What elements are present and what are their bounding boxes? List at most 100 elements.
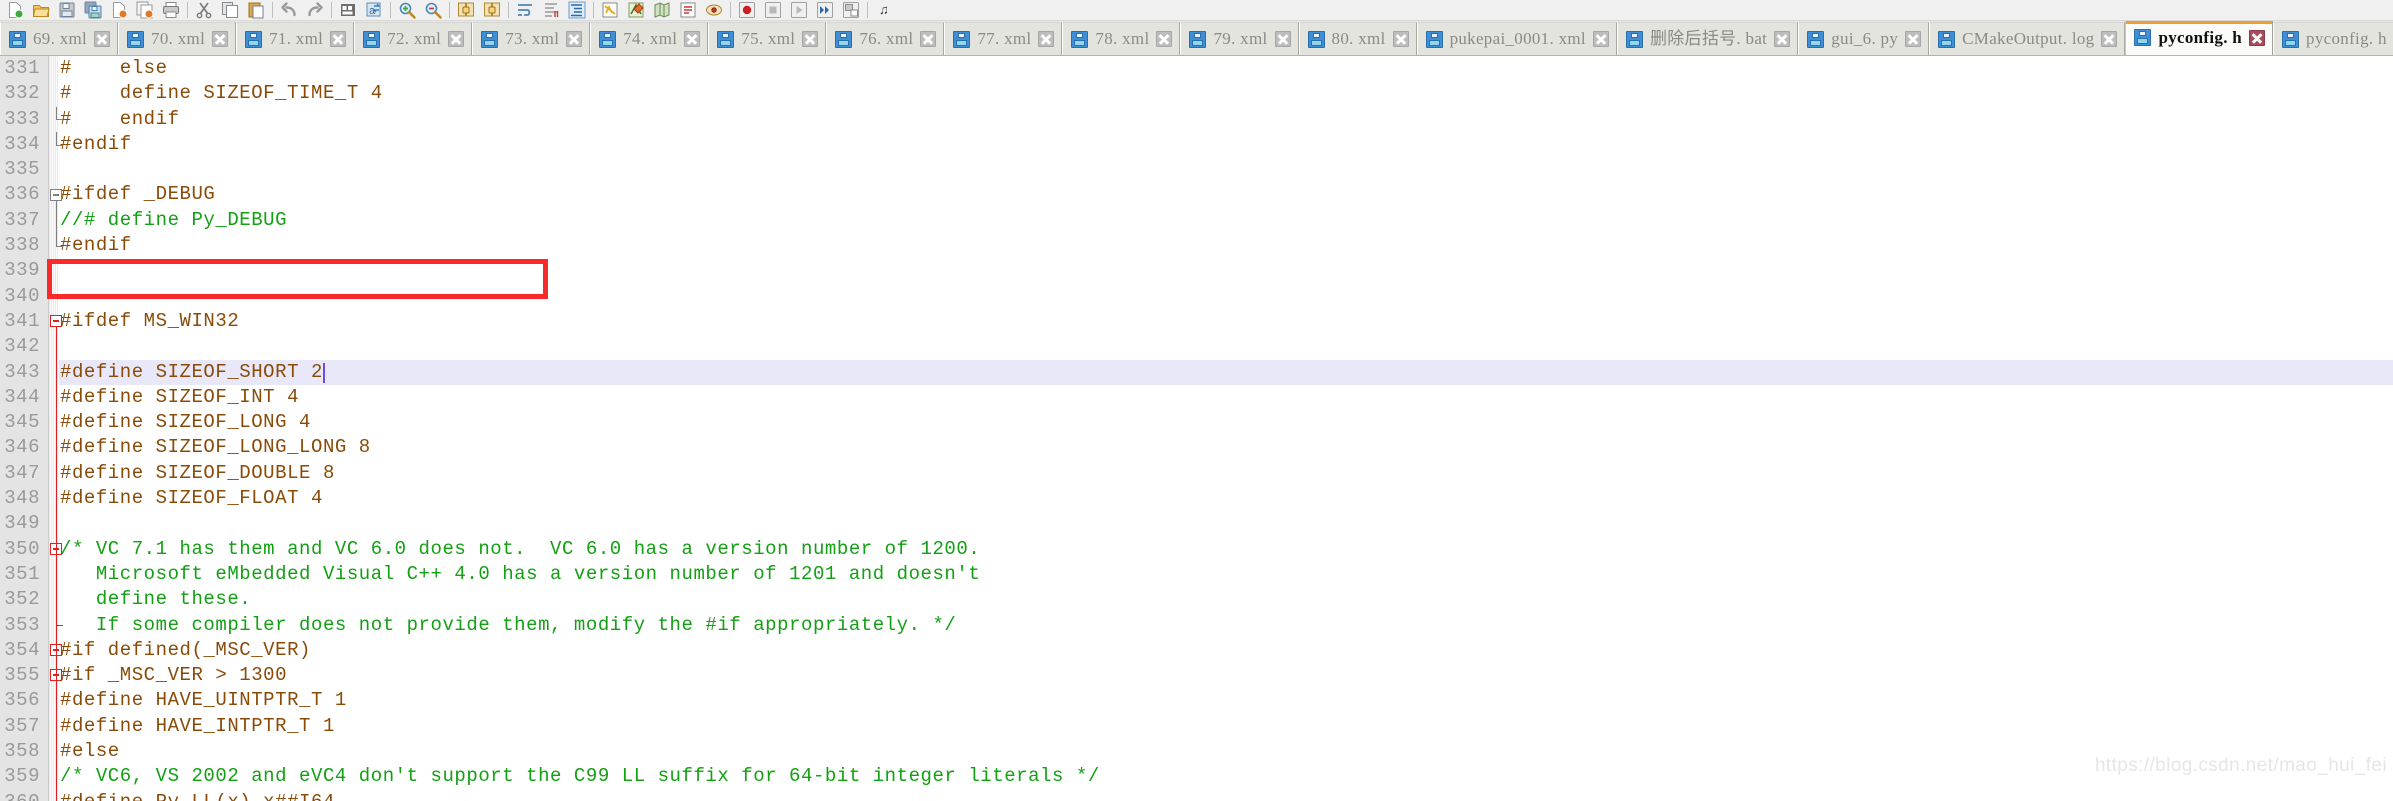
document-tab[interactable]: 80. xml xyxy=(1298,22,1417,55)
close-icon[interactable] xyxy=(1274,31,1291,47)
code-line-text[interactable]: #define HAVE_INTPTR_T 1 xyxy=(60,714,335,739)
close-icon[interactable] xyxy=(802,31,819,47)
zoom-in-icon[interactable] xyxy=(394,0,420,20)
close-icon[interactable] xyxy=(1392,31,1409,47)
close-icon[interactable] xyxy=(1905,31,1922,47)
close-all-files-icon[interactable] xyxy=(132,0,158,20)
paste-icon[interactable] xyxy=(243,0,269,20)
code-line[interactable]: 352 define these. xyxy=(0,587,2393,612)
code-line[interactable]: 360 #define Py_LL(x) x##I64 xyxy=(0,790,2393,801)
code-line-text[interactable]: #else xyxy=(60,739,120,764)
code-line-text[interactable]: #define SIZEOF_SHORT 2 xyxy=(60,359,323,385)
code-line-text[interactable]: #define HAVE_UINTPTR_T 1 xyxy=(60,688,347,713)
code-line[interactable]: 349 xyxy=(0,511,2393,536)
code-line[interactable]: 359 /* VC6, VS 2002 and eVC4 don't suppor… xyxy=(0,764,2393,789)
sync-vertical-scroll-icon[interactable] xyxy=(453,0,479,20)
folder-as-workspace-icon[interactable] xyxy=(701,0,727,20)
document-tab[interactable]: 74. xml xyxy=(590,22,709,55)
macro-playback-icon[interactable] xyxy=(786,0,812,20)
code-line[interactable]: 346 #define SIZEOF_LONG_LONG 8 xyxy=(0,435,2393,460)
document-tab[interactable]: 69. xml xyxy=(0,22,119,55)
document-tab[interactable]: 78. xml xyxy=(1062,22,1181,55)
code-line[interactable]: 344 #define SIZEOF_INT 4 xyxy=(0,385,2393,410)
fold-collapse-icon[interactable] xyxy=(50,188,62,201)
code-line[interactable]: 339 xyxy=(0,258,2393,283)
document-map-icon[interactable] xyxy=(649,0,675,20)
code-line-text[interactable]: /* VC 7.1 has them and VC 6.0 does not. … xyxy=(60,537,980,562)
close-icon[interactable] xyxy=(1156,31,1173,47)
close-file-icon[interactable] xyxy=(106,0,132,20)
code-line-text[interactable]: #define SIZEOF_INT 4 xyxy=(60,385,299,410)
document-tab[interactable]: gui_6. py xyxy=(1798,22,1930,55)
code-line[interactable]: 357 #define HAVE_INTPTR_T 1 xyxy=(0,714,2393,739)
code-line[interactable]: 347 #define SIZEOF_DOUBLE 8 xyxy=(0,461,2393,486)
code-line[interactable]: 338 #endif xyxy=(0,233,2393,258)
code-line-text[interactable]: #ifdef MS_WIN32 xyxy=(60,309,239,334)
fold-collapse-icon[interactable] xyxy=(50,315,62,327)
code-line-text[interactable]: #define Py_LL(x) x##I64 xyxy=(60,790,335,801)
code-line[interactable]: 356 #define HAVE_UINTPTR_T 1 xyxy=(0,688,2393,713)
code-line[interactable]: 335 xyxy=(0,157,2393,182)
close-icon[interactable] xyxy=(2101,31,2118,47)
code-line[interactable]: 336 #ifdef _DEBUG xyxy=(0,182,2393,207)
code-line-text[interactable]: //# define Py_DEBUG xyxy=(60,208,287,233)
code-line[interactable]: 341 #ifdef MS_WIN32 xyxy=(0,309,2393,334)
close-icon[interactable] xyxy=(330,31,347,47)
document-tab[interactable]: 76. xml xyxy=(826,22,945,55)
close-icon[interactable] xyxy=(1592,31,1609,47)
document-tab[interactable]: 75. xml xyxy=(708,22,827,55)
undo-icon[interactable] xyxy=(276,0,302,20)
document-tab[interactable]: 77. xml xyxy=(944,22,1063,55)
document-tab[interactable]: 71. xml xyxy=(236,22,355,55)
document-tab[interactable]: 删除后括号. bat xyxy=(1616,22,1799,55)
close-icon[interactable] xyxy=(448,31,465,47)
close-icon[interactable] xyxy=(94,31,111,47)
code-lines[interactable]: 331 # else 332 # define SIZEOF_TIME_T 4 333 #… xyxy=(0,56,2393,801)
code-editor-area[interactable]: 331 # else 332 # define SIZEOF_TIME_T 4 333 #… xyxy=(0,56,2393,801)
new-file-icon[interactable] xyxy=(2,0,28,20)
code-line[interactable]: 358 #else xyxy=(0,739,2393,764)
code-line[interactable]: 334 #endif xyxy=(0,132,2393,157)
code-line-text[interactable]: #endif xyxy=(60,233,132,258)
code-line-text[interactable]: #ifdef _DEBUG xyxy=(60,182,215,207)
zoom-out-icon[interactable] xyxy=(420,0,446,20)
code-line[interactable]: 348 #define SIZEOF_FLOAT 4 xyxy=(0,486,2393,511)
document-tab[interactable]: pyconfig. h xyxy=(2273,22,2393,55)
document-tab[interactable]: 73. xml xyxy=(472,22,591,55)
open-file-icon[interactable] xyxy=(28,0,54,20)
code-line-text[interactable]: # endif xyxy=(60,107,180,132)
sync-horizontal-scroll-icon[interactable] xyxy=(479,0,505,20)
macro-stop-icon[interactable] xyxy=(760,0,786,20)
code-line[interactable]: 331 # else xyxy=(0,56,2393,81)
function-list-icon[interactable] xyxy=(675,0,701,20)
document-tab[interactable]: 79. xml xyxy=(1180,22,1299,55)
close-icon[interactable] xyxy=(684,31,701,47)
redo-icon[interactable] xyxy=(302,0,328,20)
run-icon[interactable]: ♫ xyxy=(871,0,897,20)
save-icon[interactable] xyxy=(54,0,80,20)
code-line-text[interactable]: #if _MSC_VER > 1300 xyxy=(60,663,287,688)
document-tab[interactable]: 72. xml xyxy=(354,22,473,55)
close-icon[interactable] xyxy=(2249,29,2266,46)
close-icon[interactable] xyxy=(566,31,583,47)
indent-guide-icon[interactable] xyxy=(564,0,590,20)
close-icon[interactable] xyxy=(212,31,229,47)
document-tab-bar[interactable]: 69. xml 70. xml 71. xml 72. xml 73. xml 74. x… xyxy=(0,21,2393,56)
macro-run-multiple-icon[interactable] xyxy=(812,0,838,20)
code-line[interactable]: 353 If some compiler does not provide th… xyxy=(0,613,2393,638)
macro-record-icon[interactable] xyxy=(734,0,760,20)
document-tab[interactable]: 70. xml xyxy=(118,22,237,55)
show-symbol-icon[interactable] xyxy=(597,0,623,20)
code-line[interactable]: 343 #define SIZEOF_SHORT 2 xyxy=(0,359,2393,385)
code-line-text[interactable]: # define SIZEOF_TIME_T 4 xyxy=(60,81,383,106)
copy-icon[interactable] xyxy=(217,0,243,20)
code-line[interactable]: 355 #if _MSC_VER > 1300 xyxy=(0,663,2393,688)
show-all-characters-icon[interactable] xyxy=(538,0,564,20)
macro-save-icon[interactable] xyxy=(838,0,864,20)
close-icon[interactable] xyxy=(1038,31,1055,47)
close-icon[interactable] xyxy=(920,31,937,47)
code-line[interactable]: 351 Microsoft eMbedded Visual C++ 4.0 ha… xyxy=(0,562,2393,587)
code-line[interactable]: 350 /* VC 7.1 has them and VC 6.0 does no… xyxy=(0,537,2393,562)
user-defined-language-icon[interactable] xyxy=(623,0,649,20)
document-tab-active[interactable]: pyconfig. h xyxy=(2125,21,2274,55)
